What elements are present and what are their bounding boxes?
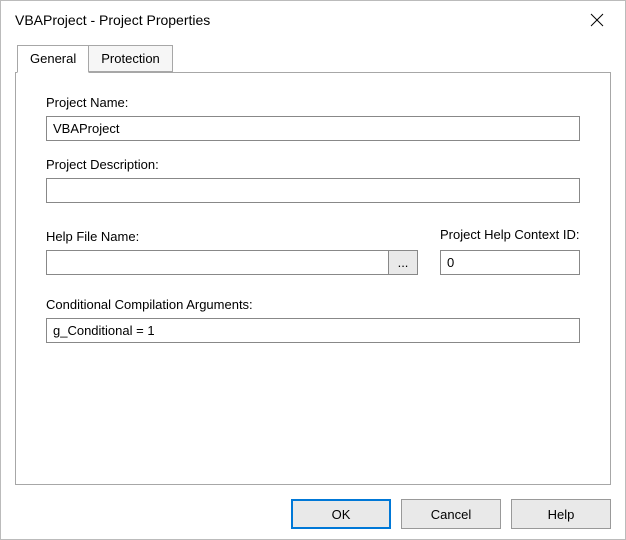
project-description-input[interactable]: [46, 178, 580, 203]
tab-general-label: General: [30, 51, 76, 66]
tab-protection-label: Protection: [101, 51, 160, 66]
cond-args-input[interactable]: [46, 318, 580, 343]
dialog-window: VBAProject - Project Properties General …: [0, 0, 626, 540]
close-button[interactable]: [583, 6, 611, 34]
context-id-label: Project Help Context ID:: [440, 227, 580, 244]
project-name-group: Project Name:: [46, 95, 580, 141]
ok-button[interactable]: OK: [291, 499, 391, 529]
dialog-button-row: OK Cancel Help: [15, 485, 611, 529]
titlebar: VBAProject - Project Properties: [1, 1, 625, 39]
tab-panel-general: Project Name: Project Description: Help …: [15, 72, 611, 485]
context-id-group: Project Help Context ID:: [440, 227, 580, 275]
help-file-label: Help File Name:: [46, 229, 418, 244]
dialog-body: General Protection Project Name: Project…: [1, 39, 625, 539]
project-description-label: Project Description:: [46, 157, 580, 172]
help-row: Help File Name: ... Project Help Context…: [46, 227, 580, 275]
tab-protection[interactable]: Protection: [89, 45, 173, 72]
window-title: VBAProject - Project Properties: [15, 12, 210, 28]
ellipsis-icon: ...: [398, 255, 409, 270]
close-icon: [590, 13, 604, 27]
tab-strip: General Protection: [17, 45, 611, 72]
project-name-label: Project Name:: [46, 95, 580, 110]
cond-args-label: Conditional Compilation Arguments:: [46, 297, 580, 312]
help-file-browse-button[interactable]: ...: [388, 250, 418, 275]
project-description-group: Project Description:: [46, 157, 580, 203]
project-name-input[interactable]: [46, 116, 580, 141]
cond-args-group: Conditional Compilation Arguments:: [46, 297, 580, 343]
help-file-group: Help File Name: ...: [46, 229, 418, 275]
help-button[interactable]: Help: [511, 499, 611, 529]
cancel-button[interactable]: Cancel: [401, 499, 501, 529]
tab-container: General Protection Project Name: Project…: [15, 45, 611, 485]
help-file-input[interactable]: [46, 250, 389, 275]
tab-general[interactable]: General: [17, 45, 89, 73]
context-id-input[interactable]: [440, 250, 580, 275]
